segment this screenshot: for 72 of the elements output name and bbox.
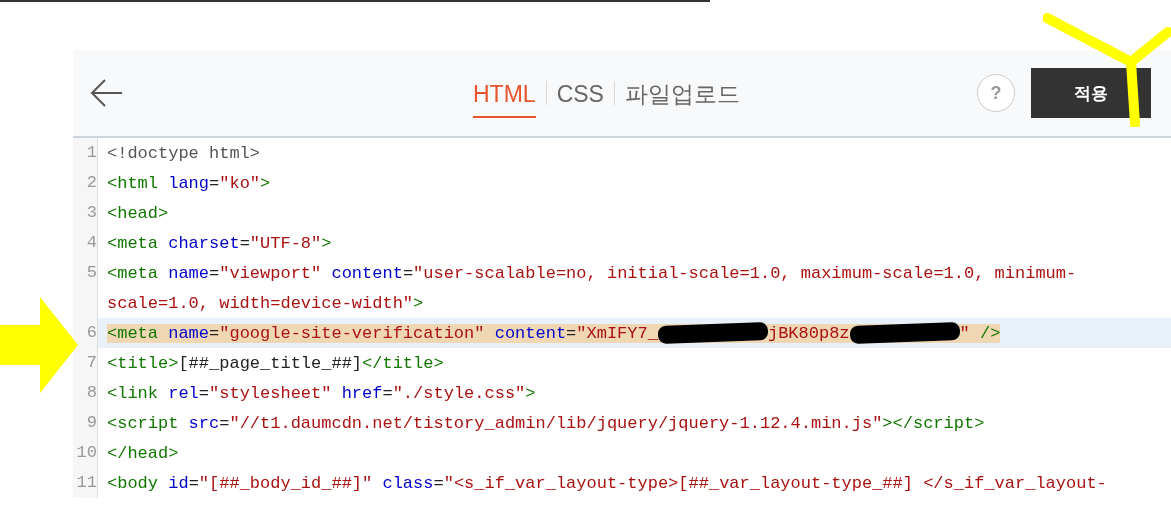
string-value: " [959, 323, 970, 343]
attribute-name: src [187, 413, 220, 433]
line-number: 11 [73, 468, 98, 498]
code-text: = [219, 413, 230, 433]
code-text: = [433, 473, 444, 493]
tag-text: > [321, 233, 332, 253]
attribute-name: name [167, 323, 210, 343]
attribute-name: name [167, 263, 210, 283]
code-text: = [209, 173, 220, 193]
code-text: = [402, 263, 414, 283]
tag-text: <title> [107, 353, 179, 373]
code-text: = [209, 323, 220, 343]
doctype-text: <!doctype html> [107, 143, 261, 163]
tag-text: <link [107, 383, 158, 403]
tag-text: <script [107, 413, 179, 433]
attribute-name: href [340, 383, 383, 403]
string-value: jBK80p8z [767, 323, 850, 343]
attribute-name: lang [167, 173, 210, 193]
tag-text: <body [107, 473, 158, 493]
string-value: "UTF-8" [249, 233, 322, 253]
line-number: 6 [73, 318, 98, 348]
line-number: 10 [73, 438, 98, 468]
editor-tab[interactable]: HTML [473, 72, 536, 118]
code-text: = [209, 263, 220, 283]
code-text: = [239, 233, 250, 253]
tag-text: ></script> [882, 413, 985, 433]
line-number: 5 [73, 258, 98, 288]
tag-text: > [525, 383, 536, 403]
string-value: "[##_body_id_##]" [198, 473, 373, 493]
code-text: = [188, 473, 199, 493]
line-number: 7 [73, 348, 98, 378]
line-number: 8 [73, 378, 98, 408]
string-value: "//t1.daumcdn.net/tistory_admin/lib/jquery/jquery-1.12.4.min.js" [229, 413, 883, 433]
tag-text: <meta [107, 323, 158, 343]
code-text: [##_page_title_##] [178, 353, 363, 373]
attribute-name: rel [167, 383, 199, 403]
tag-text: <meta [107, 263, 158, 283]
string-value: "./style.css" [392, 383, 526, 403]
line-number: 9 [73, 408, 98, 438]
help-button[interactable]: ? [977, 74, 1015, 112]
string-value: "XmIFY7_ [576, 323, 658, 343]
string-value: "ko" [219, 173, 261, 193]
tag-text: <html [107, 173, 158, 193]
apply-button[interactable]: 적용 [1031, 68, 1151, 118]
attribute-name: content [330, 263, 403, 283]
line-number: 4 [73, 228, 98, 258]
line-number: 2 [73, 168, 98, 198]
tag-text: <meta [107, 233, 158, 253]
attribute-name: id [167, 473, 189, 493]
code-text: = [566, 323, 577, 343]
tag-text: <head> [107, 203, 169, 223]
tag-text: > [413, 293, 424, 313]
tag-text: /> [978, 323, 1001, 343]
string-value: "viewport" [219, 263, 322, 283]
string-value: "google-site-verification" [219, 323, 485, 343]
editor-tab[interactable]: CSS [556, 72, 604, 118]
tag-text: </title> [362, 353, 444, 373]
attribute-name: content [493, 323, 567, 343]
string-value: "<s_if_var_layout-type>[##_var_layout-type_##] </s_if_var_layout- [443, 473, 1107, 493]
back-arrow-icon[interactable] [89, 78, 123, 108]
line-number: 1 [73, 138, 98, 168]
tag-text: > [260, 173, 271, 193]
line-number: 3 [73, 198, 98, 228]
string-value: "user-scalable=no, initial-scale=1.0, maximum-scale=1.0, minimum- [413, 263, 1077, 283]
tag-text: </head> [107, 443, 179, 463]
string-value: scale=1.0, width=device-width" [107, 293, 414, 313]
code-text: = [198, 383, 210, 403]
editor-tab[interactable]: 파일업로드 [624, 70, 740, 120]
string-value: "stylesheet" [209, 383, 332, 403]
attribute-name: charset [167, 233, 240, 253]
attribute-name: class [381, 473, 434, 493]
code-text: = [382, 383, 393, 403]
